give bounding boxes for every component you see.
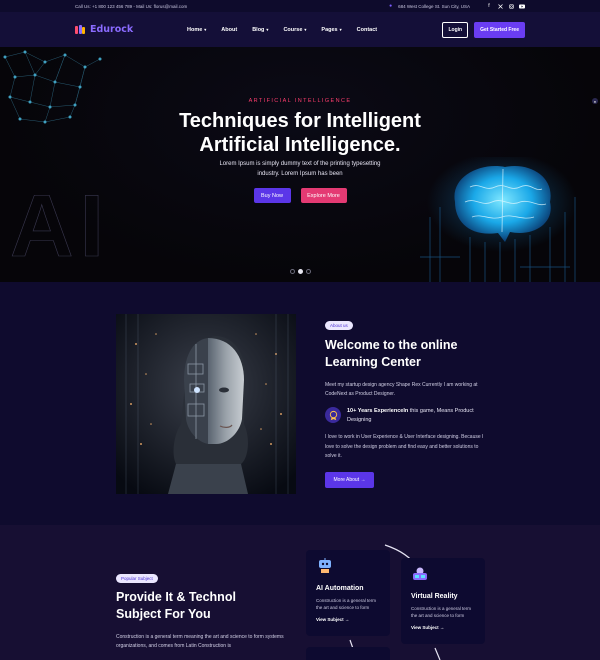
hero-subtitle-line1: Lorem Ipsum is simply dummy text of the … (219, 161, 381, 167)
hero-buttons: Buy Now Explore More (0, 188, 600, 203)
slider-next-icon[interactable]: ● (592, 98, 598, 104)
nav-menu: Home ▾ About Blog ▾ Course ▾ Pages ▾ Contact (187, 27, 442, 33)
slide-dot[interactable] (306, 269, 311, 274)
buy-now-button[interactable]: Buy Now (253, 188, 291, 203)
nav-item-home[interactable]: Home ▾ (187, 27, 206, 33)
contact-info: Call Us: +1 800 123 456 789 - Mail Us: f… (75, 3, 188, 9)
nav-item-label: Course (283, 26, 303, 33)
card-text: Construction is a general term the art a… (411, 606, 472, 618)
about-title-line1: Welcome to the online (325, 338, 458, 352)
main-nav: Edurock Home ▾ About Blog ▾ Course ▾ Pages ▾ Cont… (0, 12, 600, 47)
about-title: Welcome to the online Learning Center (325, 337, 490, 371)
card-title: AI Automation (316, 585, 364, 592)
vr-headset-icon (413, 567, 427, 580)
explore-more-button[interactable]: Explore More (300, 188, 347, 203)
nav-item-contact[interactable]: Contact (357, 27, 377, 33)
about-section: About us Welcome to the online Learning … (0, 282, 600, 525)
subject-card-virtual-reality[interactable]: Virtual Reality Construction is a genera… (401, 558, 485, 644)
experience-highlight: 10+ Years ExperienceIn this game, Means … (325, 407, 490, 425)
hero-kicker: ARTIFICIAL INTELLIGENCE (248, 98, 352, 104)
nav-item-course[interactable]: Course ▾ (283, 27, 306, 33)
subject-title-line1: Provide It & Technol (116, 590, 236, 604)
about-description: I love to work in User Experience & User… (325, 434, 484, 459)
robot-image (116, 314, 296, 494)
book-icon (75, 25, 86, 34)
nav-actions: Login Get Started Free (442, 21, 525, 38)
location-pin-icon: ● (389, 3, 393, 9)
twitter-icon[interactable] (497, 3, 503, 9)
subject-card-partial[interactable] (306, 647, 390, 660)
nav-item-pages[interactable]: Pages ▾ (321, 27, 341, 33)
nav-item-label: Contact (356, 26, 378, 33)
login-button[interactable]: Login (442, 21, 469, 38)
card-title: Virtual Reality (411, 593, 458, 600)
card-text: Construction is a general term the art a… (316, 598, 377, 610)
robot-icon (319, 558, 331, 573)
about-badge: About us (325, 321, 353, 330)
chevron-down-icon: ▾ (339, 27, 342, 32)
nav-item-label: Home (187, 26, 203, 33)
nav-item-label: Pages (321, 26, 338, 33)
about-content: About us Welcome to the online Learning … (325, 314, 490, 488)
award-icon (325, 407, 341, 423)
subject-section: Popular Subject Provide It & Technol Sub… (0, 525, 600, 660)
subject-title: Provide It & Technol Subject For You (116, 589, 276, 623)
nav-item-label: About (221, 26, 238, 33)
chevron-down-icon: ▾ (266, 27, 269, 32)
nav-item-blog[interactable]: Blog ▾ (252, 27, 268, 33)
slider-dots (290, 269, 311, 274)
about-title-line2: Learning Center (325, 355, 421, 369)
chevron-down-icon: ▾ (204, 27, 207, 32)
hero-subtitle: Lorem Ipsum is simply dummy text of the … (0, 159, 600, 179)
hero-title-line1: Techniques for Intelligent (179, 110, 421, 132)
youtube-icon[interactable] (519, 3, 525, 9)
subject-card-ai-automation[interactable]: AI Automation Construction is a general … (306, 550, 390, 636)
brand-logo[interactable]: Edurock (75, 24, 187, 35)
subject-title-line2: Subject For You (116, 607, 211, 621)
get-started-button[interactable]: Get Started Free (474, 21, 525, 38)
hero-section: AI ARTIFICIAL INTELLIGENCE Techniques fo… (0, 47, 600, 282)
page: Call Us: +1 800 123 456 789 - Mail Us: f… (0, 0, 600, 660)
address: 684 West College St. Sun City, USA (398, 3, 470, 9)
hero-title-line2: Artificial Intelligence. (199, 134, 401, 156)
brand-name: Edurock (90, 24, 134, 35)
view-subject-link[interactable]: View Subject → (411, 625, 475, 630)
more-about-button[interactable]: More About → (325, 471, 374, 488)
chevron-down-icon: ▾ (304, 27, 307, 32)
facebook-icon[interactable]: f (486, 3, 492, 9)
subject-badge: Popular Subject (116, 574, 158, 583)
experience-bold: 10+ Years ExperienceIn (347, 408, 409, 414)
slide-dot[interactable] (290, 269, 295, 274)
view-subject-link[interactable]: View Subject → (316, 617, 380, 622)
top-bar: Call Us: +1 800 123 456 789 - Mail Us: f… (0, 0, 600, 12)
nav-item-about[interactable]: About (221, 27, 237, 33)
hero-title: Techniques for Intelligent Artificial In… (0, 109, 600, 157)
topbar-right: ● 684 West College St. Sun City, USA f (389, 3, 525, 9)
hero-subtitle-line2: industry. Lorem Ipsum has been (257, 171, 343, 177)
subject-description: Construction is a general term meaning t… (116, 634, 284, 649)
experience-text: 10+ Years ExperienceIn this game, Means … (347, 407, 490, 425)
about-intro: Meet my startup design agency Shape Rex … (325, 382, 478, 397)
instagram-icon[interactable] (508, 3, 514, 9)
nav-item-label: Blog (252, 26, 265, 33)
slide-dot-active[interactable] (298, 269, 303, 274)
